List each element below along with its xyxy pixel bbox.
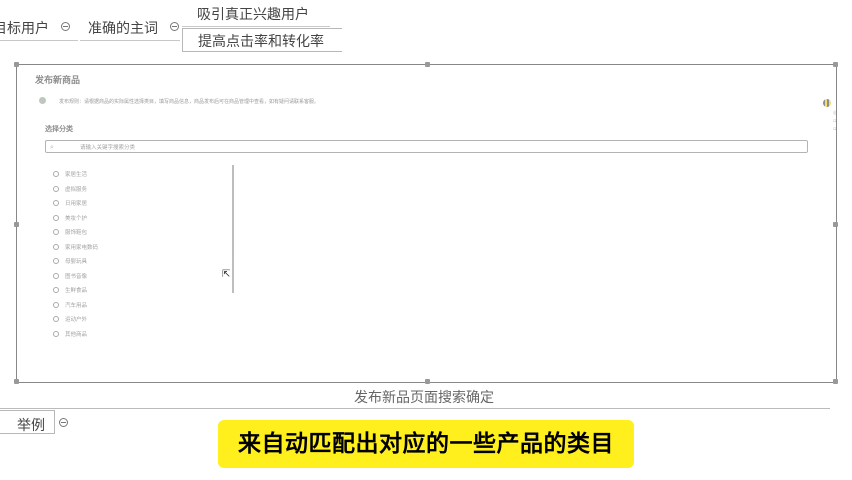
search-icon: ⌕ [50,143,54,151]
list-item[interactable]: 母婴玩具 [53,254,98,269]
node-underline [0,40,78,41]
bee-icon [823,99,831,107]
radio-icon [53,185,59,192]
node-underline [182,26,330,27]
info-icon [39,97,46,104]
category-label: 服饰鞋包 [65,230,88,237]
search-placeholder: 请输入关键字搜索分类 [80,145,136,151]
publish-product-title: 发布新商品 [35,76,81,86]
category-label: 其他商品 [65,331,88,338]
node-underline [80,40,180,41]
screenshot-content: 发布新商品 发布规则：请根据商品的实际属性选择类目，填写商品信息，商品发布后可在… [17,65,838,382]
radio-icon [53,200,59,207]
radio-icon [53,258,59,265]
category-label: 日用家居 [65,201,88,208]
radio-icon [53,243,59,250]
list-item[interactable]: 服饰鞋包 [53,225,98,240]
radio-icon [53,229,59,236]
category-label: 虚拟服务 [65,186,88,193]
mouse-cursor-icon: ⇱ [222,269,231,280]
list-item[interactable]: 其他商品 [53,327,98,342]
list-item[interactable]: 生鲜食品 [53,283,98,298]
list-item[interactable]: 家用家电数码 [53,240,98,255]
mindmap-node-example[interactable]: 举例 [0,410,55,434]
video-subtitle: 来自动匹配出对应的一些产品的类目 [218,420,634,468]
radio-icon [53,316,59,323]
category-label: 美妆个护 [65,215,88,222]
collapse-icon[interactable] [59,418,68,427]
mindmap-node-attract-users[interactable]: 吸引真正兴趣用户 [197,4,309,24]
category-label: 家居生活 [65,172,88,179]
side-toolbar-icon: ◎ ▫ ▫ [833,110,838,132]
radio-icon [53,272,59,279]
list-item[interactable]: 美妆个护 [53,211,98,226]
category-label: 家用家电数码 [65,244,99,251]
mindmap-node-precise-keyword[interactable]: 准确的主词 [88,18,158,38]
radio-icon [53,171,59,178]
list-item[interactable]: 汽车用品 [53,298,98,313]
collapse-icon[interactable] [61,22,70,31]
list-item[interactable]: 家居生活 [53,167,98,182]
category-label: 母婴玩具 [65,259,88,266]
category-section-label: 选择分类 [45,125,73,133]
list-item[interactable]: 虚拟服务 [53,182,98,197]
connector-line [0,408,830,409]
list-item[interactable]: 运动户外 [53,312,98,327]
category-label: 图书音像 [65,273,88,280]
radio-icon [53,287,59,294]
list-item[interactable]: 图书音像 [53,269,98,284]
category-label: 生鲜食品 [65,288,88,295]
category-search-input[interactable]: ⌕ 请输入关键字搜索分类 [45,140,808,153]
category-list: 家居生活 虚拟服务 日用家居 美妆个护 服饰鞋包 家用家电数码 母婴玩具 图书音… [53,167,98,341]
category-label: 汽车用品 [65,302,88,309]
radio-icon [53,301,59,308]
list-scrollbar[interactable] [232,165,234,293]
category-label: 运动户外 [65,317,88,324]
mindmap-node-target-users[interactable]: 目标用户 [0,18,49,38]
mindmap-node-improve-ctr[interactable]: 提高点击率和转化率 [182,28,342,52]
radio-icon [53,214,59,221]
publish-notice: 发布规则：请根据商品的实际属性选择类目，填写商品信息，商品发布后可在商品管理中查… [59,99,320,105]
embedded-screenshot[interactable]: 发布新商品 发布规则：请根据商品的实际属性选择类目，填写商品信息，商品发布后可在… [14,62,838,384]
screenshot-caption[interactable]: 发布新品页面搜索确定 [354,387,494,407]
list-item[interactable]: 日用家居 [53,196,98,211]
radio-icon [53,330,59,337]
collapse-icon[interactable] [170,22,179,31]
